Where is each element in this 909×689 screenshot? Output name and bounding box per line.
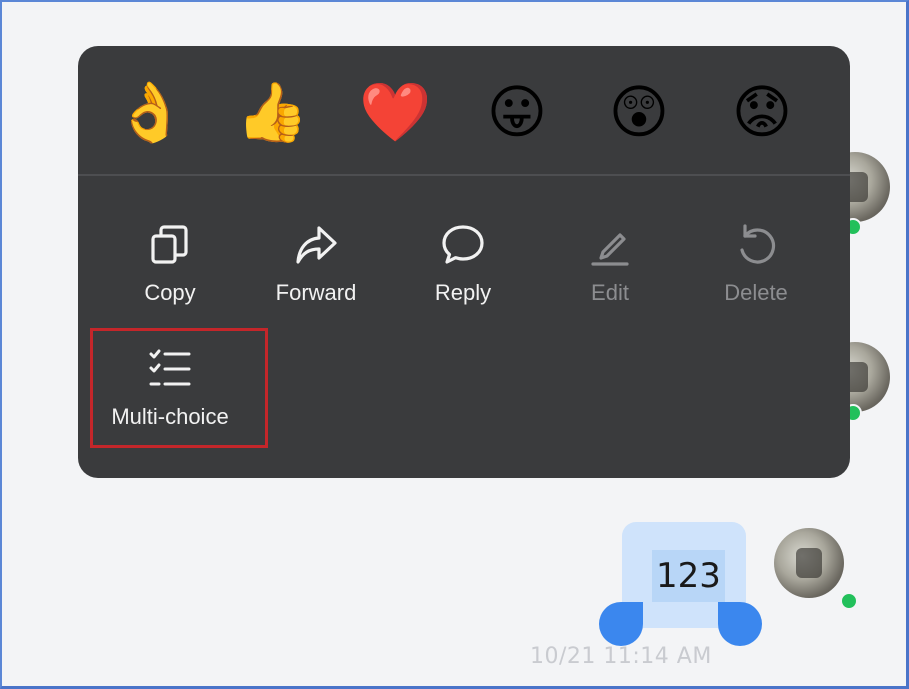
selection-handle-start[interactable] <box>599 602 643 646</box>
delete-label: Delete <box>724 280 788 305</box>
astonished-face-emoji[interactable]: 😲 <box>603 76 675 148</box>
edit-icon <box>550 222 670 268</box>
copy-button[interactable]: Copy <box>110 222 230 322</box>
message-text[interactable]: 123 <box>652 550 725 602</box>
delete-button: Delete <box>696 222 816 322</box>
copy-icon <box>110 222 230 268</box>
grinning-face-emoji[interactable]: 😛 <box>481 76 553 148</box>
copy-label: Copy <box>144 280 196 305</box>
forward-button[interactable]: Forward <box>256 222 376 322</box>
message-timestamp: 10/21 11:14 AM <box>530 644 712 669</box>
forward-icon <box>256 222 376 268</box>
ok-hand-emoji[interactable]: 👌 <box>114 76 186 148</box>
annotation-highlight-box <box>90 328 268 448</box>
worried-face-emoji[interactable]: 😟 <box>726 76 798 148</box>
thumbs-up-emoji[interactable]: 👍 <box>236 76 308 148</box>
edit-button: Edit <box>550 222 670 322</box>
presence-indicator <box>840 592 858 610</box>
heart-emoji[interactable]: ❤️ <box>359 76 431 148</box>
edit-label: Edit <box>591 280 629 305</box>
menu-divider <box>78 174 850 176</box>
own-avatar[interactable] <box>774 528 844 598</box>
undo-delete-icon <box>696 222 816 268</box>
reply-button[interactable]: Reply <box>403 222 523 322</box>
reply-label: Reply <box>434 280 492 305</box>
chat-window: 123 10/21 11:14 AM 👌 👍 ❤️ 😛 😲 😟 Copy For… <box>0 0 909 689</box>
reaction-bar: 👌 👍 ❤️ 😛 😲 😟 <box>78 46 850 176</box>
forward-label: Forward <box>275 280 357 305</box>
selection-handle-end[interactable] <box>718 602 762 646</box>
reply-icon <box>403 222 523 268</box>
